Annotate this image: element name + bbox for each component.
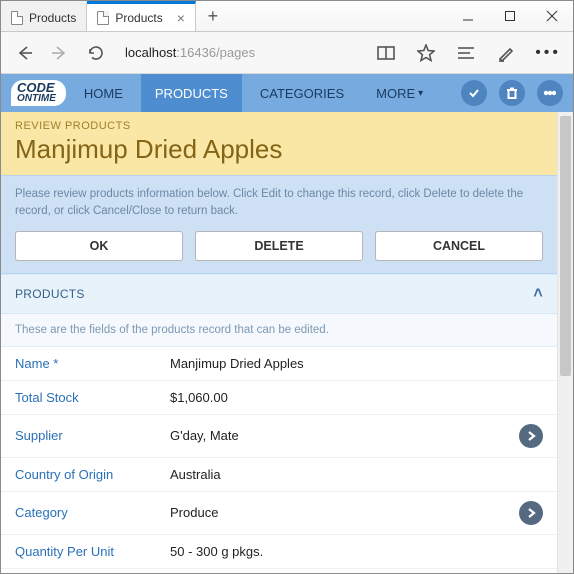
field-label: Category bbox=[15, 505, 170, 520]
ok-button[interactable]: OK bbox=[15, 231, 183, 261]
cancel-button[interactable]: CANCEL bbox=[375, 231, 543, 261]
instructions-text: Please review products information below… bbox=[1, 176, 557, 231]
hub-icon[interactable] bbox=[455, 42, 477, 64]
tab-label: Products bbox=[29, 11, 76, 25]
field-value: Manjimup Dried Apples bbox=[170, 356, 543, 371]
new-tab-button[interactable]: + bbox=[196, 1, 230, 31]
delete-circle-button[interactable] bbox=[499, 80, 525, 106]
field-label: Name * bbox=[15, 356, 170, 371]
field-total-stock[interactable]: Total Stock $1,060.00 bbox=[1, 381, 557, 415]
url-field[interactable]: localhost:16436/pages bbox=[121, 40, 277, 66]
field-label: Total Stock bbox=[15, 390, 170, 405]
confirm-circle-button[interactable] bbox=[461, 80, 487, 106]
field-name[interactable]: Name * Manjimup Dried Apples bbox=[1, 347, 557, 381]
overflow-circle-button[interactable] bbox=[537, 80, 563, 106]
tab-products-2[interactable]: Products × bbox=[87, 1, 196, 31]
field-qty[interactable]: Quantity Per Unit 50 - 300 g pkgs. bbox=[1, 535, 557, 569]
breadcrumb: REVIEW PRODUCTS bbox=[15, 120, 543, 132]
field-label: Supplier bbox=[15, 428, 170, 443]
browser-window: Products Products × + localhost:16 bbox=[0, 0, 574, 574]
forward-button[interactable] bbox=[49, 42, 71, 64]
nav-home[interactable]: HOME bbox=[70, 74, 137, 112]
brand-bottom: ONTIME bbox=[17, 93, 56, 104]
tab-products-1[interactable]: Products bbox=[1, 1, 87, 31]
field-label: Quantity Per Unit bbox=[15, 544, 170, 559]
field-country[interactable]: Country of Origin Australia bbox=[1, 458, 557, 492]
field-value: $1,060.00 bbox=[170, 390, 543, 405]
field-supplier[interactable]: Supplier G'day, Mate bbox=[1, 415, 557, 458]
refresh-button[interactable] bbox=[85, 42, 107, 64]
nav-products[interactable]: PRODUCTS bbox=[141, 74, 242, 112]
address-bar: localhost:16436/pages ••• bbox=[1, 32, 573, 74]
web-note-icon[interactable] bbox=[495, 42, 517, 64]
field-value: G'day, Mate bbox=[170, 428, 519, 443]
url-host: localhost bbox=[125, 45, 176, 60]
back-button[interactable] bbox=[13, 42, 35, 64]
field-value: Australia bbox=[170, 467, 543, 482]
tab-label: Products bbox=[115, 11, 162, 25]
section-description: These are the fields of the products rec… bbox=[1, 314, 557, 347]
page-icon bbox=[97, 11, 109, 25]
field-value: Produce bbox=[170, 505, 519, 520]
field-value: 50 - 300 g pkgs. bbox=[170, 544, 543, 559]
close-tab-icon[interactable]: × bbox=[177, 10, 185, 26]
page-title: Manjimup Dried Apples bbox=[15, 134, 543, 165]
nav-categories[interactable]: CATEGORIES bbox=[246, 74, 358, 112]
collapse-icon: ˄ bbox=[533, 285, 543, 303]
action-band: Please review products information below… bbox=[1, 175, 557, 274]
section-title: PRODUCTS bbox=[15, 287, 85, 301]
url-rest: :16436/pages bbox=[176, 45, 255, 60]
window-close-button[interactable] bbox=[531, 1, 573, 31]
lookup-icon[interactable] bbox=[519, 501, 543, 525]
section-header-products[interactable]: PRODUCTS ˄ bbox=[1, 274, 557, 314]
page-content: REVIEW PRODUCTS Manjimup Dried Apples Pl… bbox=[1, 112, 557, 573]
record-header: REVIEW PRODUCTS Manjimup Dried Apples bbox=[1, 112, 557, 175]
field-category[interactable]: Category Produce bbox=[1, 492, 557, 535]
maximize-button[interactable] bbox=[489, 1, 531, 31]
lookup-icon[interactable] bbox=[519, 424, 543, 448]
field-list: Name * Manjimup Dried Apples Total Stock… bbox=[1, 347, 557, 574]
field-label: Country of Origin bbox=[15, 467, 170, 482]
reading-view-icon[interactable] bbox=[375, 42, 397, 64]
field-price[interactable]: Price $53.00 bbox=[1, 569, 557, 574]
button-row: OK DELETE CANCEL bbox=[1, 231, 557, 273]
viewport: REVIEW PRODUCTS Manjimup Dried Apples Pl… bbox=[1, 112, 573, 573]
more-menu-icon[interactable]: ••• bbox=[535, 44, 561, 62]
page-icon bbox=[11, 11, 23, 25]
minimize-button[interactable] bbox=[447, 1, 489, 31]
scrollbar[interactable] bbox=[557, 112, 573, 573]
delete-button[interactable]: DELETE bbox=[195, 231, 363, 261]
nav-more[interactable]: MORE bbox=[362, 74, 437, 112]
app-nav: CODE ONTIME HOME PRODUCTS CATEGORIES MOR… bbox=[1, 74, 573, 112]
scrollbar-thumb[interactable] bbox=[560, 116, 571, 376]
favorite-star-icon[interactable] bbox=[415, 42, 437, 64]
brand-logo[interactable]: CODE ONTIME bbox=[11, 80, 66, 106]
titlebar: Products Products × + bbox=[1, 1, 573, 32]
